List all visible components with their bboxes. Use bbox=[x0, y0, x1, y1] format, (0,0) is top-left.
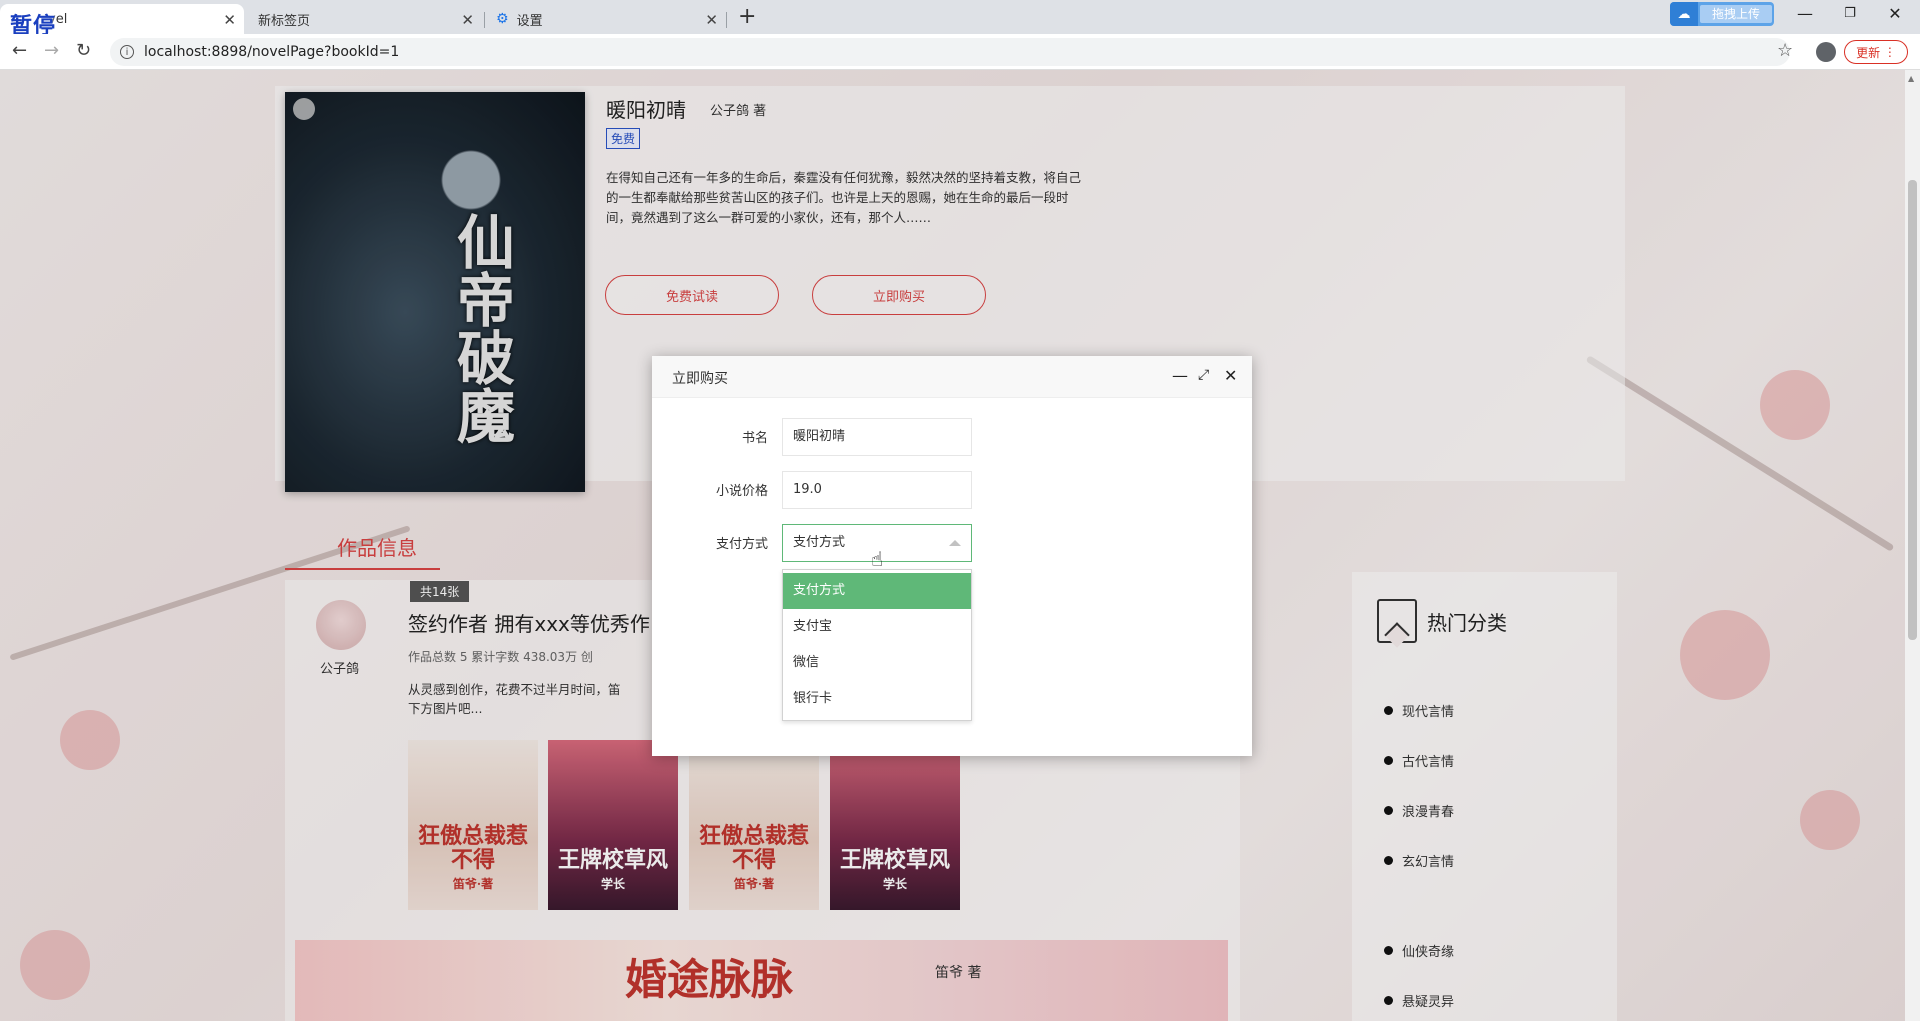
payment-dropdown: 支付方式 支付宝 微信 银行卡 bbox=[782, 569, 972, 721]
tab-label: 设置 bbox=[516, 13, 543, 29]
payment-select-value: 支付方式 bbox=[793, 535, 846, 550]
address-bar: ← → ↻ i localhost:8898/novelPage?bookId=… bbox=[0, 34, 1920, 70]
page-scrollbar[interactable]: ▲ bbox=[1905, 70, 1920, 1021]
close-icon[interactable]: ✕ bbox=[1224, 366, 1237, 385]
close-icon[interactable]: ✕ bbox=[461, 11, 474, 29]
scrollbar-thumb[interactable] bbox=[1908, 180, 1917, 640]
update-label: 更新 bbox=[1856, 45, 1881, 60]
back-icon[interactable]: ← bbox=[12, 40, 27, 61]
tab-label: 新标签页 bbox=[258, 13, 311, 29]
url-text: localhost:8898/novelPage?bookId=1 bbox=[144, 44, 400, 60]
purchase-dialog: 立即购买 — ⤢ ✕ 书名 暖阳初晴 小说价格 19.0 支付方式 支付方式 支… bbox=[652, 356, 1252, 756]
price-field[interactable]: 19.0 bbox=[782, 471, 972, 509]
tab-settings[interactable]: ⚙ 设置 ✕ bbox=[486, 4, 726, 34]
option-alipay[interactable]: 支付宝 bbox=[783, 609, 971, 645]
close-icon[interactable]: ✕ bbox=[223, 11, 236, 29]
price-label: 小说价格 bbox=[715, 484, 768, 499]
form-row-price: 小说价格 19.0 bbox=[652, 469, 1252, 509]
forward-icon[interactable]: → bbox=[44, 40, 59, 61]
close-icon[interactable]: ✕ bbox=[705, 11, 718, 29]
payment-label: 支付方式 bbox=[715, 537, 768, 552]
maximize-icon[interactable]: ⤢ bbox=[1198, 367, 1209, 383]
cloud-icon: ☁ bbox=[1670, 2, 1698, 26]
form-row-payment: 支付方式 支付方式 bbox=[652, 522, 1252, 562]
info-icon[interactable]: i bbox=[120, 45, 134, 59]
update-button[interactable]: 更新 ⋮ bbox=[1844, 40, 1908, 64]
bookmark-star-icon[interactable]: ☆ bbox=[1777, 40, 1793, 61]
tab-divider bbox=[726, 12, 727, 28]
scroll-up-icon[interactable]: ▲ bbox=[1908, 74, 1914, 83]
tab-divider bbox=[484, 12, 485, 28]
upload-button[interactable]: ☁ 拖拽上传 bbox=[1670, 2, 1774, 26]
upload-label: 拖拽上传 bbox=[1700, 5, 1772, 23]
window-close-icon[interactable]: ✕ bbox=[1880, 4, 1910, 23]
option-wechat[interactable]: 微信 bbox=[783, 645, 971, 681]
profile-avatar-icon[interactable] bbox=[1816, 42, 1836, 62]
book-label: 书名 bbox=[741, 431, 768, 446]
reload-icon[interactable]: ↻ bbox=[76, 40, 91, 61]
tab-bar: vel ✕ 新标签页 ✕ ⚙ 设置 ✕ + 暂停 ☁ 拖拽上传 — ❐ ✕ bbox=[0, 0, 1920, 39]
dialog-header: 立即购买 — ⤢ ✕ bbox=[652, 356, 1252, 398]
minimize-icon[interactable]: — bbox=[1790, 4, 1820, 23]
option-default[interactable]: 支付方式 bbox=[783, 573, 971, 609]
book-name-field[interactable]: 暖阳初晴 bbox=[782, 418, 972, 456]
new-tab-button[interactable]: + bbox=[738, 4, 756, 29]
dialog-title: 立即购买 bbox=[672, 371, 728, 387]
tab-new[interactable]: 新标签页 ✕ bbox=[244, 4, 482, 34]
url-field[interactable]: i localhost:8898/novelPage?bookId=1 bbox=[110, 38, 1790, 66]
minimize-icon[interactable]: — bbox=[1172, 366, 1188, 385]
restore-icon[interactable]: ❐ bbox=[1835, 6, 1865, 21]
option-bank-card[interactable]: 银行卡 bbox=[783, 681, 971, 717]
caret-up-icon bbox=[949, 540, 961, 546]
form-row-book: 书名 暖阳初晴 bbox=[652, 416, 1252, 456]
gear-icon: ⚙ bbox=[496, 11, 509, 27]
